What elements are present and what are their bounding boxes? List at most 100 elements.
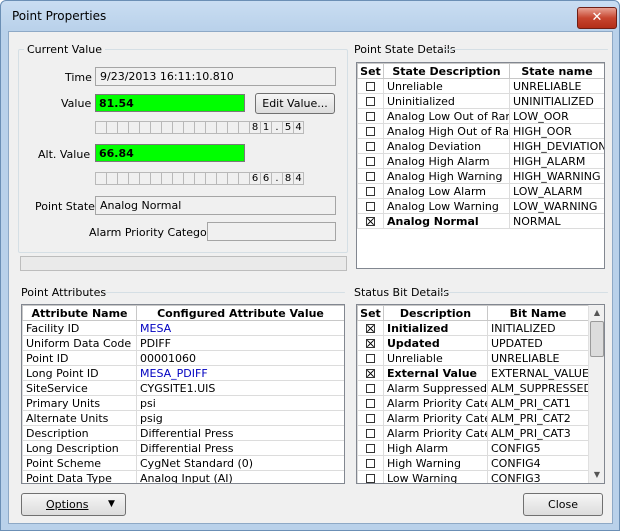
- set-cell: [357, 93, 384, 109]
- table-row[interactable]: Analog Low Alarm LOW_ALARM: [357, 183, 604, 199]
- attribute-name-cell: Point Data Type: [22, 470, 137, 483]
- value-digit-cell: 5: [282, 121, 293, 134]
- table-row[interactable]: Point Scheme CygNet Standard (0): [22, 455, 344, 471]
- scroll-down-arrow-icon[interactable]: ▼: [590, 468, 604, 482]
- unchecked-checkbox-icon: [366, 414, 375, 423]
- unchecked-checkbox-icon: [366, 384, 375, 393]
- table-row[interactable]: Analog High Warning HIGH_WARNING: [357, 168, 604, 184]
- table-row[interactable]: Facility ID MESA: [22, 320, 344, 336]
- description-cell: Alarm Priority Category: [383, 425, 488, 441]
- unchecked-checkbox-icon: [366, 142, 375, 151]
- alt-digit-cell: [161, 172, 172, 185]
- name-cell: ALM_PRI_CAT1: [487, 395, 589, 411]
- options-button[interactable]: Options ▼: [21, 493, 126, 516]
- checked-checkbox-icon: [366, 324, 375, 333]
- attribute-name-cell: SiteService: [22, 380, 137, 396]
- table-row[interactable]: Alarm Priority CategoryALM_PRI_CAT3: [357, 425, 589, 441]
- table-row[interactable]: Uniform Data Code PDIFF: [22, 335, 344, 351]
- name-cell: UNRELIABLE: [509, 78, 604, 94]
- table-row[interactable]: Uninitialized UNINITIALIZED: [357, 93, 604, 109]
- col-header-attribute-value[interactable]: Configured Attribute Value: [136, 305, 344, 321]
- table-row[interactable]: Point ID 00001060: [22, 350, 344, 366]
- close-button[interactable]: Close: [523, 493, 603, 516]
- value-label: Value: [61, 97, 92, 110]
- table-row[interactable]: Analog High Out of RangeHIGH_OOR: [357, 123, 604, 139]
- alt-value-display: 66.84: [95, 144, 245, 162]
- table-row[interactable]: Point Data Type Analog Input (AI): [22, 470, 344, 483]
- col-header-set[interactable]: Set: [357, 63, 384, 79]
- table-row[interactable]: Alarm Priority CategoryALM_PRI_CAT1: [357, 395, 589, 411]
- col-header-bit-description[interactable]: Description: [383, 305, 488, 321]
- name-cell: UNINITIALIZED: [509, 93, 604, 109]
- set-cell: [357, 320, 384, 336]
- table-row[interactable]: Analog Low Warning LOW_WARNING: [357, 198, 604, 214]
- checked-checkbox-icon: [366, 369, 375, 378]
- attribute-value-cell: Differential Press: [136, 425, 344, 441]
- point-state-field: Analog Normal: [95, 196, 336, 215]
- table-row[interactable]: Description Differential Press: [22, 425, 344, 441]
- value-digit-cell: [106, 121, 117, 134]
- name-cell: HIGH_WARNING: [509, 168, 604, 184]
- table-row[interactable]: Analog Low Out of RangeLOW_OOR: [357, 108, 604, 124]
- table-row[interactable]: Initialized INITIALIZED: [357, 320, 589, 336]
- unchecked-checkbox-icon: [366, 157, 375, 166]
- value-digit-cell: [216, 121, 227, 134]
- name-cell: HIGH_ALARM: [509, 153, 604, 169]
- table-row[interactable]: SiteService CYGSITE1.UIS: [22, 380, 344, 396]
- attribute-value-cell[interactable]: MESA_PDIFF: [136, 365, 344, 381]
- name-cell: UNRELIABLE: [487, 350, 589, 366]
- description-cell: High Warning: [383, 455, 488, 471]
- col-header-state-name[interactable]: State name: [509, 63, 604, 79]
- status-bit-scrollbar[interactable]: ▲ ▼: [588, 305, 604, 483]
- table-row[interactable]: Alternate Units psig: [22, 410, 344, 426]
- description-cell: Initialized: [383, 320, 488, 336]
- table-row[interactable]: High Warning CONFIG4: [357, 455, 589, 471]
- alt-digit-cell: [183, 172, 194, 185]
- table-row[interactable]: Updated UPDATED: [357, 335, 589, 351]
- checked-checkbox-icon: [366, 339, 375, 348]
- table-row[interactable]: Long Point ID MESA_PDIFF: [22, 365, 344, 381]
- table-row[interactable]: Analog Deviation HIGH_DEVIATION: [357, 138, 604, 154]
- checked-checkbox-icon: [366, 217, 375, 226]
- table-row[interactable]: Alarm Priority CategoryALM_PRI_CAT2: [357, 410, 589, 426]
- table-row[interactable]: Analog Normal NORMAL: [357, 213, 604, 229]
- col-header-bit-name[interactable]: Bit Name: [487, 305, 589, 321]
- col-header-state-description[interactable]: State Description: [383, 63, 510, 79]
- table-row[interactable]: Unreliable UNRELIABLE: [357, 350, 589, 366]
- table-row[interactable]: High Alarm CONFIG5: [357, 440, 589, 456]
- edit-value-button[interactable]: Edit Value...: [255, 93, 335, 114]
- set-cell: [357, 470, 384, 483]
- table-row[interactable]: Primary Units psi: [22, 395, 344, 411]
- value-digit-cell: 8: [249, 121, 260, 134]
- description-cell: High Alarm: [383, 440, 488, 456]
- scroll-up-arrow-icon[interactable]: ▲: [590, 306, 604, 320]
- point-attributes-grid[interactable]: Attribute Name Configured Attribute Valu…: [21, 304, 345, 484]
- status-bit-grid[interactable]: Set Description Bit Name Initialized INIT…: [356, 304, 605, 484]
- table-row[interactable]: Long Description Differential Press: [22, 440, 344, 456]
- point-attributes-divider: [105, 292, 345, 293]
- name-cell: ALM_PRI_CAT3: [487, 425, 589, 441]
- point-state-grid[interactable]: Set State Description State name Unrelia…: [356, 62, 605, 269]
- col-header-attribute-name[interactable]: Attribute Name: [22, 305, 137, 321]
- name-cell: HIGH_OOR: [509, 123, 604, 139]
- attribute-name-cell: Alternate Units: [22, 410, 137, 426]
- description-cell: Analog High Alarm: [383, 153, 510, 169]
- window-title: Point Properties: [12, 9, 107, 23]
- window-close-button[interactable]: ✕: [577, 7, 617, 29]
- name-cell: CONFIG4: [487, 455, 589, 471]
- set-cell: [357, 168, 384, 184]
- table-row[interactable]: External Value EXTERNAL_VALUE: [357, 365, 589, 381]
- title-bar[interactable]: Point Properties ✕: [1, 1, 619, 31]
- table-row[interactable]: Analog High Alarm HIGH_ALARM: [357, 153, 604, 169]
- description-cell: Analog High Warning: [383, 168, 510, 184]
- attribute-value-cell[interactable]: MESA: [136, 320, 344, 336]
- scrollbar-thumb[interactable]: [590, 321, 604, 357]
- alarm-priority-label: Alarm Priority Category: [89, 226, 218, 239]
- value-digit-cell: [139, 121, 150, 134]
- table-row[interactable]: Unreliable UNRELIABLE: [357, 78, 604, 94]
- table-row[interactable]: Alarm Suppressed ALM_SUPPRESSED: [357, 380, 589, 396]
- col-header-bit-set[interactable]: Set: [357, 305, 384, 321]
- unchecked-checkbox-icon: [366, 187, 375, 196]
- description-cell: Analog Normal: [383, 213, 510, 229]
- table-row[interactable]: Low Warning CONFIG3: [357, 470, 589, 483]
